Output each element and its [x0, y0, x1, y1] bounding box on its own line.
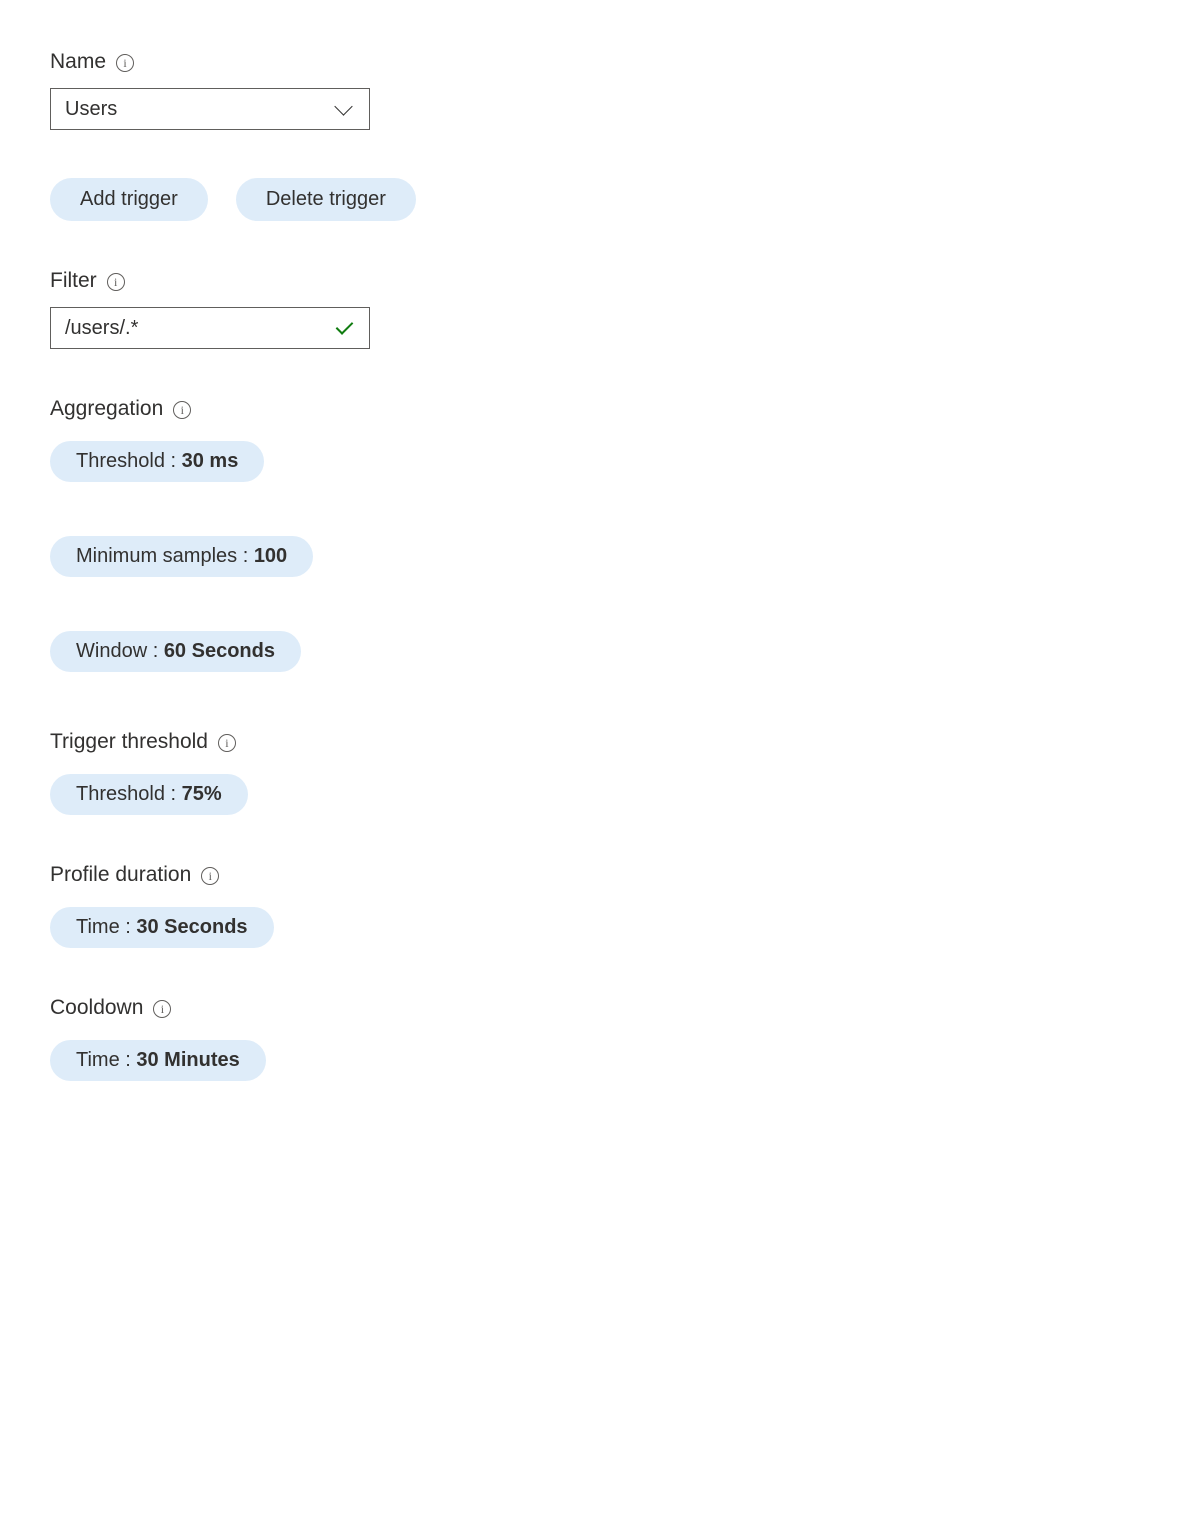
aggregation-min-samples-chip[interactable]: Minimum samples : 100 [50, 536, 313, 577]
filter-input[interactable]: /users/.* [50, 307, 370, 349]
aggregation-label-row: Aggregation [50, 397, 1147, 421]
chip-label: Time : [76, 1049, 136, 1071]
profile-duration-section: Profile duration Time : 30 Seconds [50, 863, 1147, 958]
trigger-buttons: Add trigger Delete trigger [50, 178, 1147, 221]
checkmark-icon [335, 320, 355, 336]
profile-duration-chip[interactable]: Time : 30 Seconds [50, 907, 274, 948]
chip-label: Minimum samples : [76, 545, 254, 567]
filter-label: Filter [50, 269, 97, 293]
info-icon[interactable] [107, 273, 125, 291]
filter-value: /users/.* [65, 317, 138, 340]
aggregation-label: Aggregation [50, 397, 163, 421]
cooldown-label-row: Cooldown [50, 996, 1147, 1020]
trigger-threshold-section: Trigger threshold Threshold : 75% [50, 730, 1147, 825]
name-select-value: Users [65, 98, 117, 121]
filter-label-row: Filter [50, 269, 1147, 293]
cooldown-label: Cooldown [50, 996, 143, 1020]
info-icon[interactable] [153, 1000, 171, 1018]
chip-value: 30 ms [182, 450, 239, 472]
chip-value: 60 Seconds [164, 640, 275, 662]
chip-value: 100 [254, 545, 287, 567]
chip-label: Threshold : [76, 783, 182, 805]
aggregation-window-chip[interactable]: Window : 60 Seconds [50, 631, 301, 672]
trigger-threshold-label: Trigger threshold [50, 730, 208, 754]
name-select[interactable]: Users [50, 88, 370, 130]
name-label-row: Name [50, 50, 1147, 74]
aggregation-chips: Threshold : 30 ms Minimum samples : 100 … [50, 435, 1147, 682]
chip-value: 30 Seconds [136, 916, 247, 938]
cooldown-chip[interactable]: Time : 30 Minutes [50, 1040, 266, 1081]
delete-trigger-button[interactable]: Delete trigger [236, 178, 416, 221]
chip-value: 30 Minutes [136, 1049, 239, 1071]
chevron-down-icon [337, 104, 355, 114]
aggregation-section: Aggregation Threshold : 30 ms Minimum sa… [50, 397, 1147, 682]
profile-duration-label-row: Profile duration [50, 863, 1147, 887]
profile-duration-label: Profile duration [50, 863, 191, 887]
trigger-threshold-label-row: Trigger threshold [50, 730, 1147, 754]
add-trigger-button[interactable]: Add trigger [50, 178, 208, 221]
chip-label: Window : [76, 640, 164, 662]
info-icon[interactable] [218, 734, 236, 752]
chip-label: Threshold : [76, 450, 182, 472]
name-label: Name [50, 50, 106, 74]
cooldown-section: Cooldown Time : 30 Minutes [50, 996, 1147, 1091]
name-section: Name Users Add trigger Delete trigger [50, 50, 1147, 221]
chip-label: Time : [76, 916, 136, 938]
trigger-threshold-chip[interactable]: Threshold : 75% [50, 774, 248, 815]
info-icon[interactable] [173, 401, 191, 419]
chip-value: 75% [182, 783, 222, 805]
aggregation-threshold-chip[interactable]: Threshold : 30 ms [50, 441, 264, 482]
filter-section: Filter /users/.* [50, 269, 1147, 349]
info-icon[interactable] [201, 867, 219, 885]
info-icon[interactable] [116, 54, 134, 72]
